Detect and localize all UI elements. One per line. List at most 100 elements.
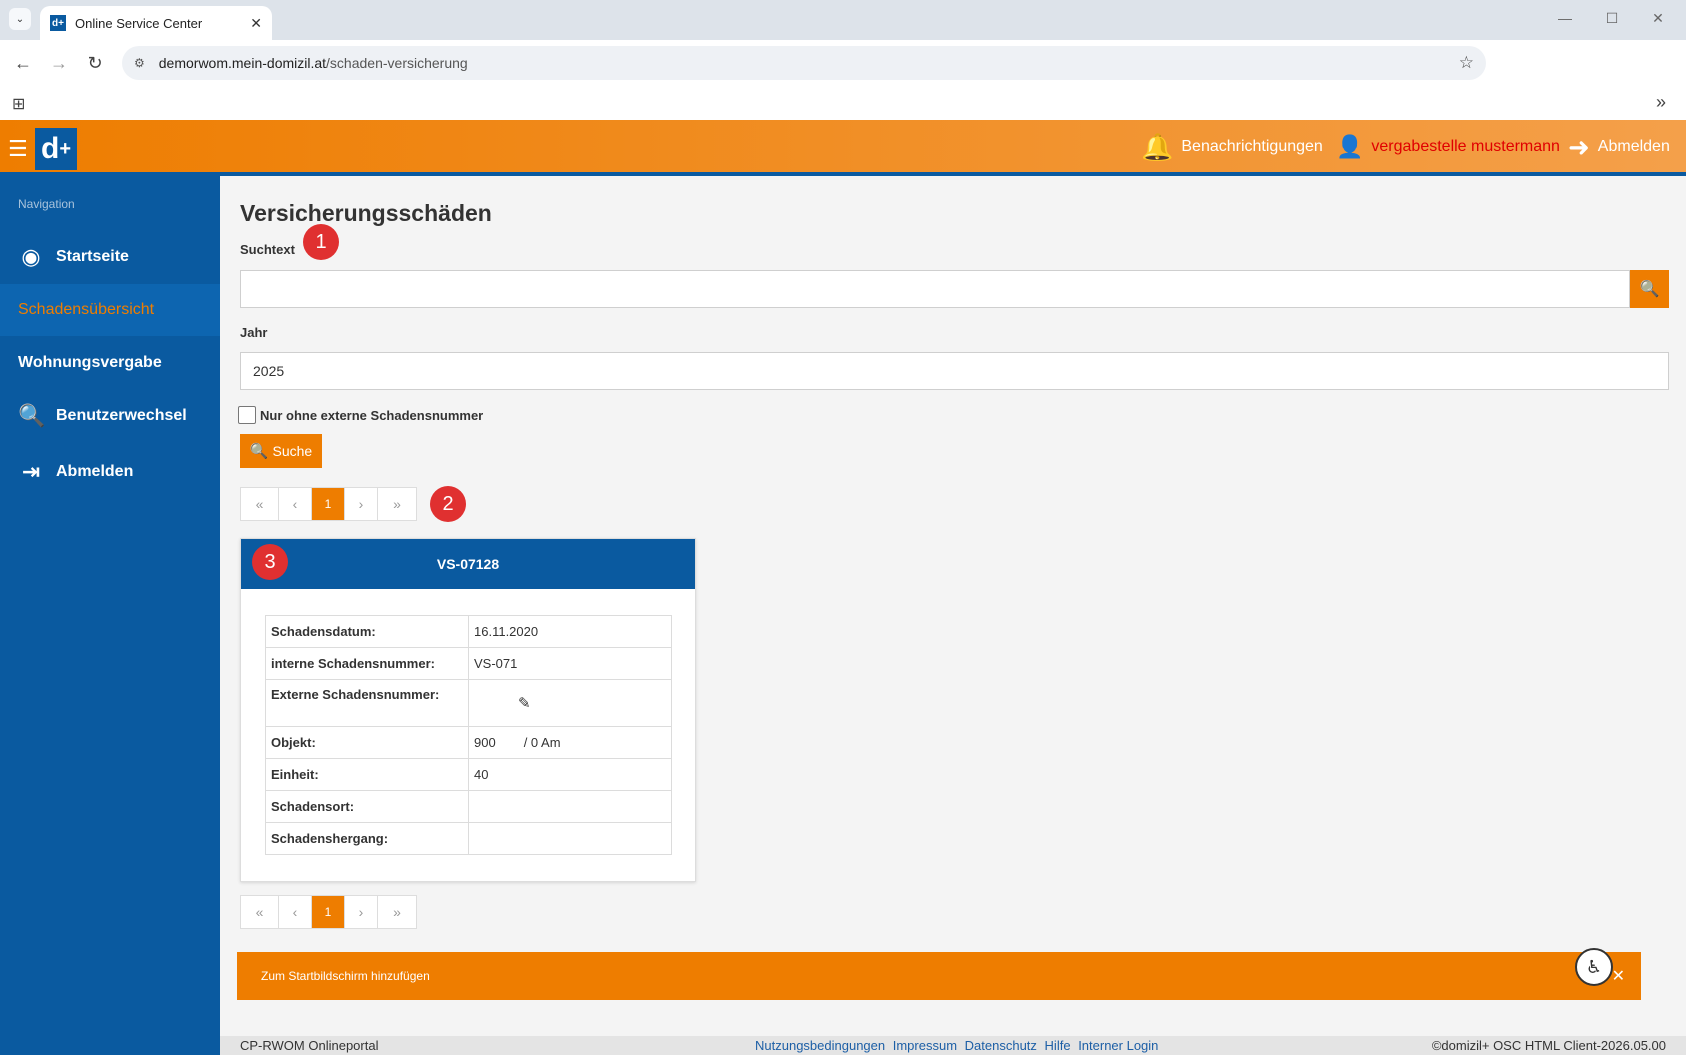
sidebar-item-label: Abmelden: [56, 463, 134, 480]
detail-value: ✎: [468, 679, 672, 727]
detail-value: [468, 790, 672, 823]
logout-arrow-icon: ➜: [1568, 131, 1590, 162]
detail-value: 900 / 0 Am: [468, 726, 672, 759]
footer: CP-RWOM Onlineportal Nutzungsbedingungen…: [220, 1036, 1686, 1055]
accessibility-icon[interactable]: ♿: [1575, 948, 1613, 986]
bookmark-star-icon[interactable]: ☆: [1459, 53, 1474, 73]
detail-label: Externe Schadensnummer:: [265, 679, 469, 727]
logo[interactable]: d +: [35, 128, 77, 170]
add-to-homescreen-banner[interactable]: Zum Startbildschirm hinzufügen ✕: [237, 952, 1641, 1000]
external-number-filter: Nur ohne externe Schadensnummer: [238, 406, 483, 424]
object-number: 900: [474, 735, 496, 750]
footer-copyright: ©domizil+ OSC HTML Client-2026.05.00: [1431, 1038, 1666, 1053]
bell-icon: 🔔: [1141, 131, 1174, 162]
current-page-button[interactable]: 1: [312, 896, 345, 928]
year-input[interactable]: 2025: [240, 352, 1669, 390]
sidebar-item-wohnungsvergabe[interactable]: Wohnungsvergabe: [0, 337, 220, 389]
table-row: Externe Schadensnummer: ✎: [265, 679, 672, 727]
tab-list-dropdown-icon[interactable]: ⌄: [9, 8, 31, 30]
external-number-checkbox[interactable]: [238, 406, 256, 424]
notifications-button[interactable]: 🔔 Benachrichtigungen: [1141, 132, 1323, 162]
user-settings-icon: 👤: [1336, 134, 1364, 159]
forward-icon[interactable]: →: [46, 50, 72, 76]
pagination-top: « ‹ 1 › »: [240, 487, 417, 521]
search-button[interactable]: 🔍: [1630, 270, 1669, 308]
header-logout-label: Abmelden: [1597, 138, 1670, 155]
prev-page-button[interactable]: ‹: [279, 488, 312, 520]
url-path: /schaden-versicherung: [326, 55, 468, 71]
bookmarks-bar: ⊞ »: [0, 86, 1686, 120]
table-row: Schadenshergang:: [265, 822, 672, 855]
detail-value: 16.11.2020: [468, 615, 672, 648]
tab-close-icon[interactable]: ✕: [250, 15, 262, 32]
sidebar-item-label: Startseite: [56, 248, 129, 265]
card-title[interactable]: VS-07128: [241, 539, 695, 589]
year-label: Jahr: [240, 325, 268, 340]
maximize-icon[interactable]: ☐: [1602, 10, 1622, 27]
search-icon: 🔍: [249, 443, 269, 460]
table-row: interne Schadensnummer: VS-071: [265, 647, 672, 680]
search-icon: 🔍: [1639, 281, 1660, 298]
damage-details-table: Schadensdatum: 16.11.2020 interne Schade…: [265, 615, 672, 855]
detail-label: Schadensort:: [265, 790, 469, 823]
minimize-icon[interactable]: —: [1555, 10, 1575, 26]
banner-close-icon[interactable]: ✕: [1612, 966, 1625, 986]
sidebar-item-schadensuebersicht[interactable]: Schadensübersicht: [0, 284, 220, 336]
banner-text: Zum Startbildschirm hinzufügen: [261, 969, 430, 983]
app-header: ☰ d + 🔔 Benachrichtigungen 👤 vergabestell…: [0, 120, 1686, 176]
main-content: Versicherungsschäden Suchtext 1 🔍 Jahr 2…: [220, 176, 1686, 1036]
header-logout-button[interactable]: ➜ Abmelden: [1568, 132, 1670, 162]
window-close-icon[interactable]: ✕: [1648, 10, 1668, 27]
last-page-button[interactable]: »: [378, 488, 416, 520]
table-row: Objekt: 900 / 0 Am: [265, 726, 672, 759]
prev-page-button[interactable]: ‹: [279, 896, 312, 928]
sidebar: Navigation ◉ Startseite Schadensübersich…: [0, 176, 220, 1055]
notifications-label: Benachrichtigungen: [1181, 138, 1323, 155]
browser-tab[interactable]: d+ Online Service Center ✕: [40, 6, 272, 40]
address-bar[interactable]: ⚙ demorwom.mein-domizil.at/schaden-versi…: [122, 46, 1486, 80]
footer-link-datenschutz[interactable]: Datenschutz: [965, 1038, 1037, 1053]
browser-tab-bar: ⌄ d+ Online Service Center ✕ — ☐ ✕: [0, 0, 1686, 40]
table-row: Schadensort:: [265, 790, 672, 823]
footer-portal-name: CP-RWOM Onlineportal: [240, 1038, 379, 1053]
user-menu-button[interactable]: 👤 vergabestelle mustermann: [1336, 132, 1560, 162]
last-page-button[interactable]: »: [378, 896, 416, 928]
detail-label: interne Schadensnummer:: [265, 647, 469, 680]
footer-link-interner-login[interactable]: Interner Login: [1078, 1038, 1158, 1053]
sidebar-item-label: Wohnungsvergabe: [18, 354, 162, 371]
more-bookmarks-icon[interactable]: »: [1656, 92, 1666, 113]
footer-link-hilfe[interactable]: Hilfe: [1045, 1038, 1071, 1053]
url-host: demorwom.mein-domizil.at: [158, 55, 327, 71]
site-settings-icon[interactable]: ⚙: [134, 56, 145, 70]
hamburger-menu-icon[interactable]: ☰: [8, 136, 28, 162]
sidebar-item-abmelden[interactable]: ⇥ Abmelden: [0, 446, 220, 498]
sidebar-item-startseite[interactable]: ◉ Startseite: [0, 231, 220, 283]
current-page-button[interactable]: 1: [312, 488, 345, 520]
sidebar-item-label: Benutzerwechsel: [56, 407, 187, 424]
damage-card: VS-07128 Schadensdatum: 16.11.2020 inter…: [240, 538, 696, 882]
next-page-button[interactable]: ›: [345, 896, 378, 928]
pagination-bottom: « ‹ 1 › »: [240, 895, 417, 929]
detail-label: Objekt:: [265, 726, 469, 759]
reload-icon[interactable]: ↻: [82, 50, 108, 76]
search-label: Suchtext: [240, 242, 295, 257]
edit-icon[interactable]: ✎: [518, 694, 531, 712]
apps-grid-icon[interactable]: ⊞: [12, 94, 25, 114]
detail-label: Schadensdatum:: [265, 615, 469, 648]
first-page-button[interactable]: «: [241, 488, 279, 520]
search-input[interactable]: [240, 270, 1630, 308]
next-page-button[interactable]: ›: [345, 488, 378, 520]
favicon-icon: d+: [50, 15, 66, 31]
footer-link-nutzungsbedingungen[interactable]: Nutzungsbedingungen: [755, 1038, 885, 1053]
footer-link-impressum[interactable]: Impressum: [893, 1038, 957, 1053]
first-page-button[interactable]: «: [241, 896, 279, 928]
suche-button[interactable]: 🔍 Suche: [240, 434, 322, 468]
user-search-icon: 🔍: [18, 403, 46, 428]
sidebar-item-label: Schadensübersicht: [18, 301, 155, 318]
browser-toolbar: ← → ↻ ⚙ demorwom.mein-domizil.at/schaden…: [0, 40, 1686, 86]
detail-label: Schadenshergang:: [265, 822, 469, 855]
object-suffix: / 0 Am: [523, 735, 561, 750]
detail-value: [468, 822, 672, 855]
back-icon[interactable]: ←: [10, 50, 36, 76]
sidebar-item-benutzerwechsel[interactable]: 🔍 Benutzerwechsel: [0, 390, 220, 442]
